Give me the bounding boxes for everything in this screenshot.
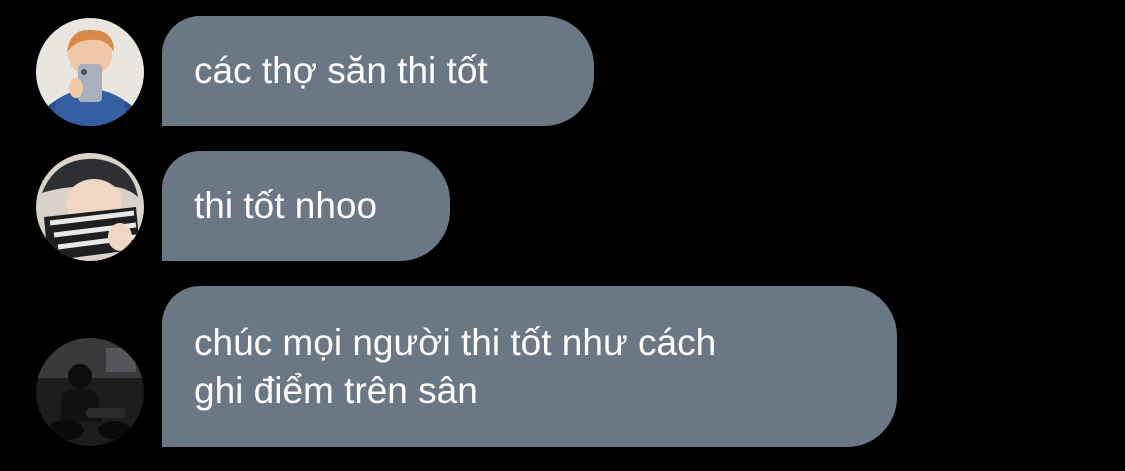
message-text: chúc mọi người thi tốt như cách ghi điểm…: [194, 321, 717, 411]
message-text: các thợ săn thi tốt: [194, 50, 488, 91]
avatar-user-1[interactable]: [36, 18, 144, 126]
avatar-photo-icon: [36, 338, 144, 446]
message-bubble[interactable]: chúc mọi người thi tốt như cách ghi điểm…: [162, 286, 897, 447]
avatar-user-3[interactable]: [36, 338, 144, 446]
message-bubble[interactable]: các thợ săn thi tốt: [162, 16, 594, 126]
message-text: thi tốt nhoo: [194, 185, 378, 226]
avatar-user-2[interactable]: [36, 153, 144, 261]
avatar-photo-icon: [36, 18, 144, 126]
message-bubble[interactable]: thi tốt nhoo: [162, 151, 450, 261]
avatar-photo-icon: [36, 153, 144, 261]
